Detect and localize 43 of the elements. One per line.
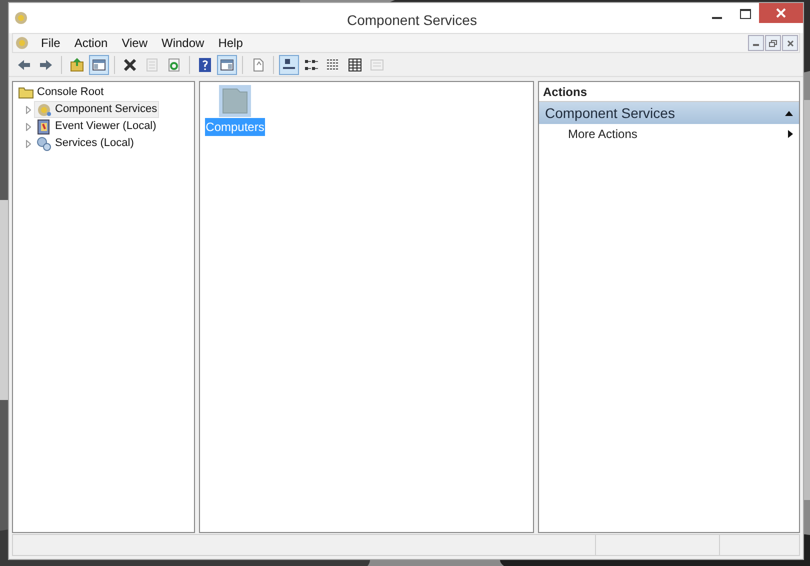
section-title: Component Services — [545, 104, 675, 123]
pane-icon — [91, 56, 107, 72]
window-title: Component Services — [347, 11, 477, 30]
close-icon — [776, 8, 786, 18]
restore-button[interactable] — [765, 35, 781, 51]
submenu-arrow-icon — [788, 130, 793, 138]
custom-view-icon — [369, 56, 385, 72]
delete-icon — [122, 56, 138, 72]
toolbar-button[interactable] — [217, 54, 237, 74]
toolbar-button[interactable] — [89, 54, 109, 74]
gear-icon — [36, 102, 52, 118]
folder-up-icon — [69, 56, 85, 72]
folder-icon — [18, 84, 34, 100]
maximize-icon — [740, 9, 750, 19]
tree-item[interactable]: Console Root — [16, 84, 106, 101]
section-header[interactable]: Component Services — [539, 102, 799, 124]
close-icon — [786, 40, 794, 46]
menu-item[interactable]: Action — [67, 34, 115, 52]
tree-item[interactable]: Services (Local) — [34, 135, 136, 152]
menu-item[interactable]: View — [114, 34, 154, 52]
tree-item[interactable]: Component Services — [34, 101, 160, 118]
menu-item[interactable]: Help — [211, 34, 250, 52]
toolbar-button[interactable] — [279, 54, 299, 74]
restore-icon — [769, 40, 777, 46]
help-icon — [197, 56, 213, 72]
menu-item[interactable]: File — [34, 34, 68, 52]
log-book-icon — [36, 118, 52, 134]
collapse-arrow-icon[interactable] — [785, 110, 793, 116]
gears-icon — [36, 136, 52, 152]
properties-icon — [144, 56, 160, 72]
action-item[interactable]: More Actions — [539, 124, 799, 144]
close-button[interactable] — [782, 35, 798, 51]
pane-icon — [219, 56, 235, 72]
folder-icon — [219, 85, 251, 117]
menu-item[interactable]: Window — [154, 34, 212, 52]
list-icon — [325, 56, 341, 72]
minimize-icon — [712, 17, 722, 19]
details-icon — [347, 56, 363, 72]
tree-item[interactable]: Event Viewer (Local) — [34, 118, 158, 135]
app-icon — [14, 35, 30, 51]
refresh-icon — [166, 56, 182, 72]
close-button[interactable] — [759, 3, 803, 23]
app-icon — [13, 10, 29, 26]
